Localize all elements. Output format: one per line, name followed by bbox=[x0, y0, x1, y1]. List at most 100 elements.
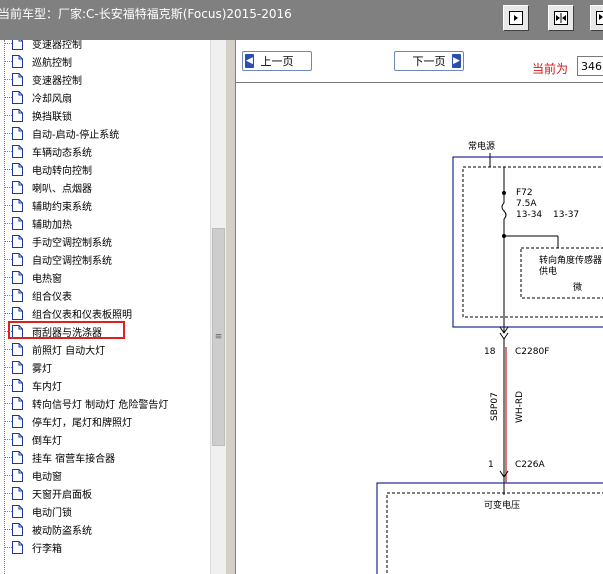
tree-connector-tick bbox=[4, 439, 12, 440]
tree-connector-tick bbox=[4, 61, 12, 62]
document-icon bbox=[12, 234, 23, 248]
pane-splitter[interactable] bbox=[226, 40, 236, 574]
tree-connector-tick bbox=[4, 547, 12, 548]
left-arrow-icon: ◀ bbox=[245, 54, 254, 68]
tree-item[interactable]: 车辆动态系统 bbox=[0, 142, 92, 160]
tree-item-label: 电动转向控制 bbox=[32, 165, 92, 177]
tree-item-label: 自动-启动-停止系统 bbox=[32, 129, 120, 141]
tree-item[interactable]: 转向信号灯 制动灯 危险警告灯 bbox=[0, 394, 168, 412]
tree-item[interactable]: 电动转向控制 bbox=[0, 160, 92, 178]
tree-item-label: 雾灯 bbox=[32, 363, 52, 375]
tree-item-label: 喇叭、点烟器 bbox=[32, 183, 92, 195]
fuse-rating: 7.5A bbox=[516, 199, 537, 209]
tree-item[interactable]: 变速器控制 bbox=[0, 40, 82, 52]
tree-connector-tick bbox=[4, 421, 12, 422]
document-icon bbox=[12, 522, 23, 536]
document-icon bbox=[12, 468, 23, 482]
next-page-button[interactable]: 下一页 ▶ bbox=[394, 51, 464, 71]
document-icon bbox=[12, 270, 23, 284]
document-icon bbox=[12, 252, 23, 266]
expand-button[interactable] bbox=[590, 5, 603, 31]
tree-connector-tick bbox=[4, 313, 12, 314]
tree-item[interactable]: 被动防盗系统 bbox=[0, 520, 92, 538]
tree-connector-tick bbox=[4, 475, 12, 476]
document-icon bbox=[12, 360, 23, 374]
expand-icon bbox=[596, 11, 603, 25]
tree-item-label: 车辆动态系统 bbox=[32, 147, 92, 159]
title-bar: 当前车型：厂家:C-长安福特福克斯(Focus)2015-2016 bbox=[0, 0, 603, 40]
tree-item[interactable]: 变速器控制 bbox=[0, 70, 82, 88]
tree-item[interactable]: 手动空调控制系统 bbox=[0, 232, 112, 250]
document-icon bbox=[12, 162, 23, 176]
fuse-name: F72 bbox=[516, 188, 533, 198]
tree-connector-tick bbox=[4, 493, 12, 494]
document-icon bbox=[12, 198, 23, 212]
tree-item[interactable]: 自动空调控制系统 bbox=[0, 250, 112, 268]
tree-connector-tick bbox=[4, 529, 12, 530]
tree-item[interactable]: 挂车 宿营车接合器 bbox=[0, 448, 115, 466]
tree-connector-tick bbox=[4, 43, 12, 44]
bottom-module-outline bbox=[376, 482, 603, 574]
fuse-ref-2: 13-37 bbox=[553, 210, 579, 220]
tree-connector-tick bbox=[4, 241, 12, 242]
tree-connector-tick bbox=[4, 385, 12, 386]
document-icon bbox=[12, 126, 23, 140]
document-icon bbox=[12, 90, 23, 104]
tree-item-label: 自动空调控制系统 bbox=[32, 255, 112, 267]
tree-item-label: 前照灯 自动大灯 bbox=[32, 345, 106, 357]
tree-item[interactable]: 前照灯 自动大灯 bbox=[0, 340, 105, 358]
tree-connector-tick bbox=[4, 403, 12, 404]
fuse-ref-1: 13-34 bbox=[516, 210, 542, 220]
tree-item[interactable]: 天窗开启面板 bbox=[0, 484, 92, 502]
tree-connector-tick bbox=[4, 133, 12, 134]
tree-item-label: 挂车 宿营车接合器 bbox=[32, 453, 116, 465]
tree-item-label: 手动空调控制系统 bbox=[32, 237, 112, 249]
tree-item[interactable]: 自动-启动-停止系统 bbox=[0, 124, 119, 142]
connector-top-label: C2280F bbox=[515, 347, 549, 357]
tree-item[interactable]: 喇叭、点烟器 bbox=[0, 178, 92, 196]
tree-connector-tick bbox=[4, 349, 12, 350]
fit-width-button[interactable] bbox=[503, 5, 529, 31]
wire-color-code: WH-RD bbox=[515, 391, 525, 423]
tree-scrollbar[interactable]: ≡ bbox=[210, 40, 226, 574]
tree-item-label: 车内灯 bbox=[32, 381, 62, 393]
tree-item[interactable]: 辅助约束系统 bbox=[0, 196, 92, 214]
tree-connector-tick bbox=[4, 205, 12, 206]
tree-item-label: 被动防盗系统 bbox=[32, 525, 92, 537]
pin-top: 18 bbox=[484, 347, 496, 357]
tree-item-label: 辅助加热 bbox=[32, 219, 72, 231]
fit-width-icon bbox=[509, 11, 523, 25]
page-toolbar: ◀ 上一页 下一页 ▶ 当前为 bbox=[236, 40, 603, 83]
tree-connector-tick bbox=[4, 259, 12, 260]
current-page-input[interactable] bbox=[577, 56, 603, 76]
sensor-label-2: 供电 bbox=[539, 265, 557, 277]
current-page-label: 当前为 bbox=[532, 62, 569, 76]
pin-bottom: 1 bbox=[488, 460, 494, 470]
tree-item[interactable]: 组合仪表和仪表板照明 bbox=[0, 304, 132, 322]
document-icon bbox=[12, 306, 23, 320]
tree-item-label: 冷却风扇 bbox=[32, 93, 72, 105]
document-icon bbox=[12, 414, 23, 428]
prev-page-button[interactable]: ◀ 上一页 bbox=[242, 51, 312, 71]
fuse-symbol bbox=[501, 202, 507, 220]
tree-item-label: 转向信号灯 制动灯 危险警告灯 bbox=[32, 399, 169, 411]
circuit-code: SBP07 bbox=[490, 392, 500, 421]
tree-item-label: 天窗开启面板 bbox=[32, 489, 92, 501]
tree-connector-tick bbox=[4, 295, 12, 296]
document-icon bbox=[12, 450, 23, 464]
tree-connector-tick bbox=[4, 223, 12, 224]
document-icon bbox=[12, 180, 23, 194]
tree-item-label: 电动门锁 bbox=[32, 507, 72, 519]
document-tree: 变速器控制 巡航控制 变速器控制 冷却风扇 换挡联锁 自动-启动-停止系统 车辆动态系统 电动… bbox=[0, 40, 210, 574]
sensor-label-3: 微 bbox=[573, 281, 582, 293]
fit-page-button[interactable] bbox=[548, 5, 574, 31]
scrollbar-thumb[interactable]: ≡ bbox=[212, 228, 225, 446]
document-icon bbox=[12, 216, 23, 230]
window-title: 当前车型：厂家:C-长安福特福克斯(Focus)2015-2016 bbox=[0, 7, 292, 21]
tree-item-label: 行李箱 bbox=[32, 543, 62, 555]
document-icon bbox=[12, 144, 23, 158]
tree-item[interactable]: 停车灯，尾灯和牌照灯 bbox=[0, 412, 132, 430]
sensor-label-1: 转向角度传感器 bbox=[539, 254, 602, 266]
next-page-label: 下一页 bbox=[412, 55, 446, 68]
junction-box-outline bbox=[452, 156, 603, 328]
